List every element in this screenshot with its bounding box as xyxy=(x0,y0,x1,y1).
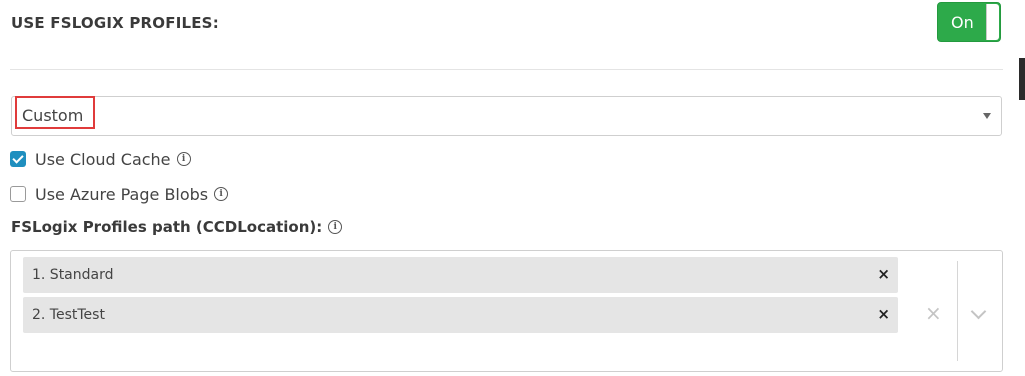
page-title: USE FSLOGIX PROFILES: xyxy=(11,14,219,32)
cloud-cache-checkbox[interactable] xyxy=(10,151,26,167)
fslogix-toggle[interactable]: On xyxy=(937,2,1001,42)
page-blobs-checkbox[interactable] xyxy=(10,186,26,202)
profiles-path-label: FSLogix Profiles path (CCDLocation): xyxy=(11,218,323,236)
toggle-label: On xyxy=(951,13,974,32)
toggle-knob xyxy=(986,4,999,40)
path-chip-label: 2. TestTest xyxy=(32,307,105,323)
profiles-path-multiselect[interactable]: 1. Standard × 2. TestTest × × xyxy=(10,250,1003,372)
page-blobs-option[interactable]: Use Azure Page Blobs i xyxy=(10,183,229,205)
path-chip: 1. Standard × xyxy=(23,257,898,293)
remove-icon[interactable]: × xyxy=(877,265,890,283)
profile-type-select[interactable]: Custom xyxy=(11,96,1002,136)
clear-all-icon[interactable]: × xyxy=(925,301,942,325)
separator xyxy=(957,261,958,361)
profiles-path-heading: FSLogix Profiles path (CCDLocation): i xyxy=(11,218,343,236)
path-chip-label: 1. Standard xyxy=(32,267,114,283)
info-icon[interactable]: i xyxy=(176,152,191,166)
cloud-cache-label: Use Cloud Cache xyxy=(35,149,171,169)
info-icon[interactable]: i xyxy=(328,220,343,234)
cloud-cache-option[interactable]: Use Cloud Cache i xyxy=(10,148,191,170)
caret-down-icon[interactable] xyxy=(983,113,991,119)
remove-icon[interactable]: × xyxy=(877,305,890,323)
divider xyxy=(10,69,1003,70)
chevron-down-icon[interactable] xyxy=(970,303,987,320)
page-blobs-label: Use Azure Page Blobs xyxy=(35,184,209,204)
path-chip: 2. TestTest × xyxy=(23,297,898,333)
select-value: Custom xyxy=(22,106,84,125)
window-edge-bar xyxy=(1019,58,1025,100)
info-icon[interactable]: i xyxy=(214,187,229,201)
